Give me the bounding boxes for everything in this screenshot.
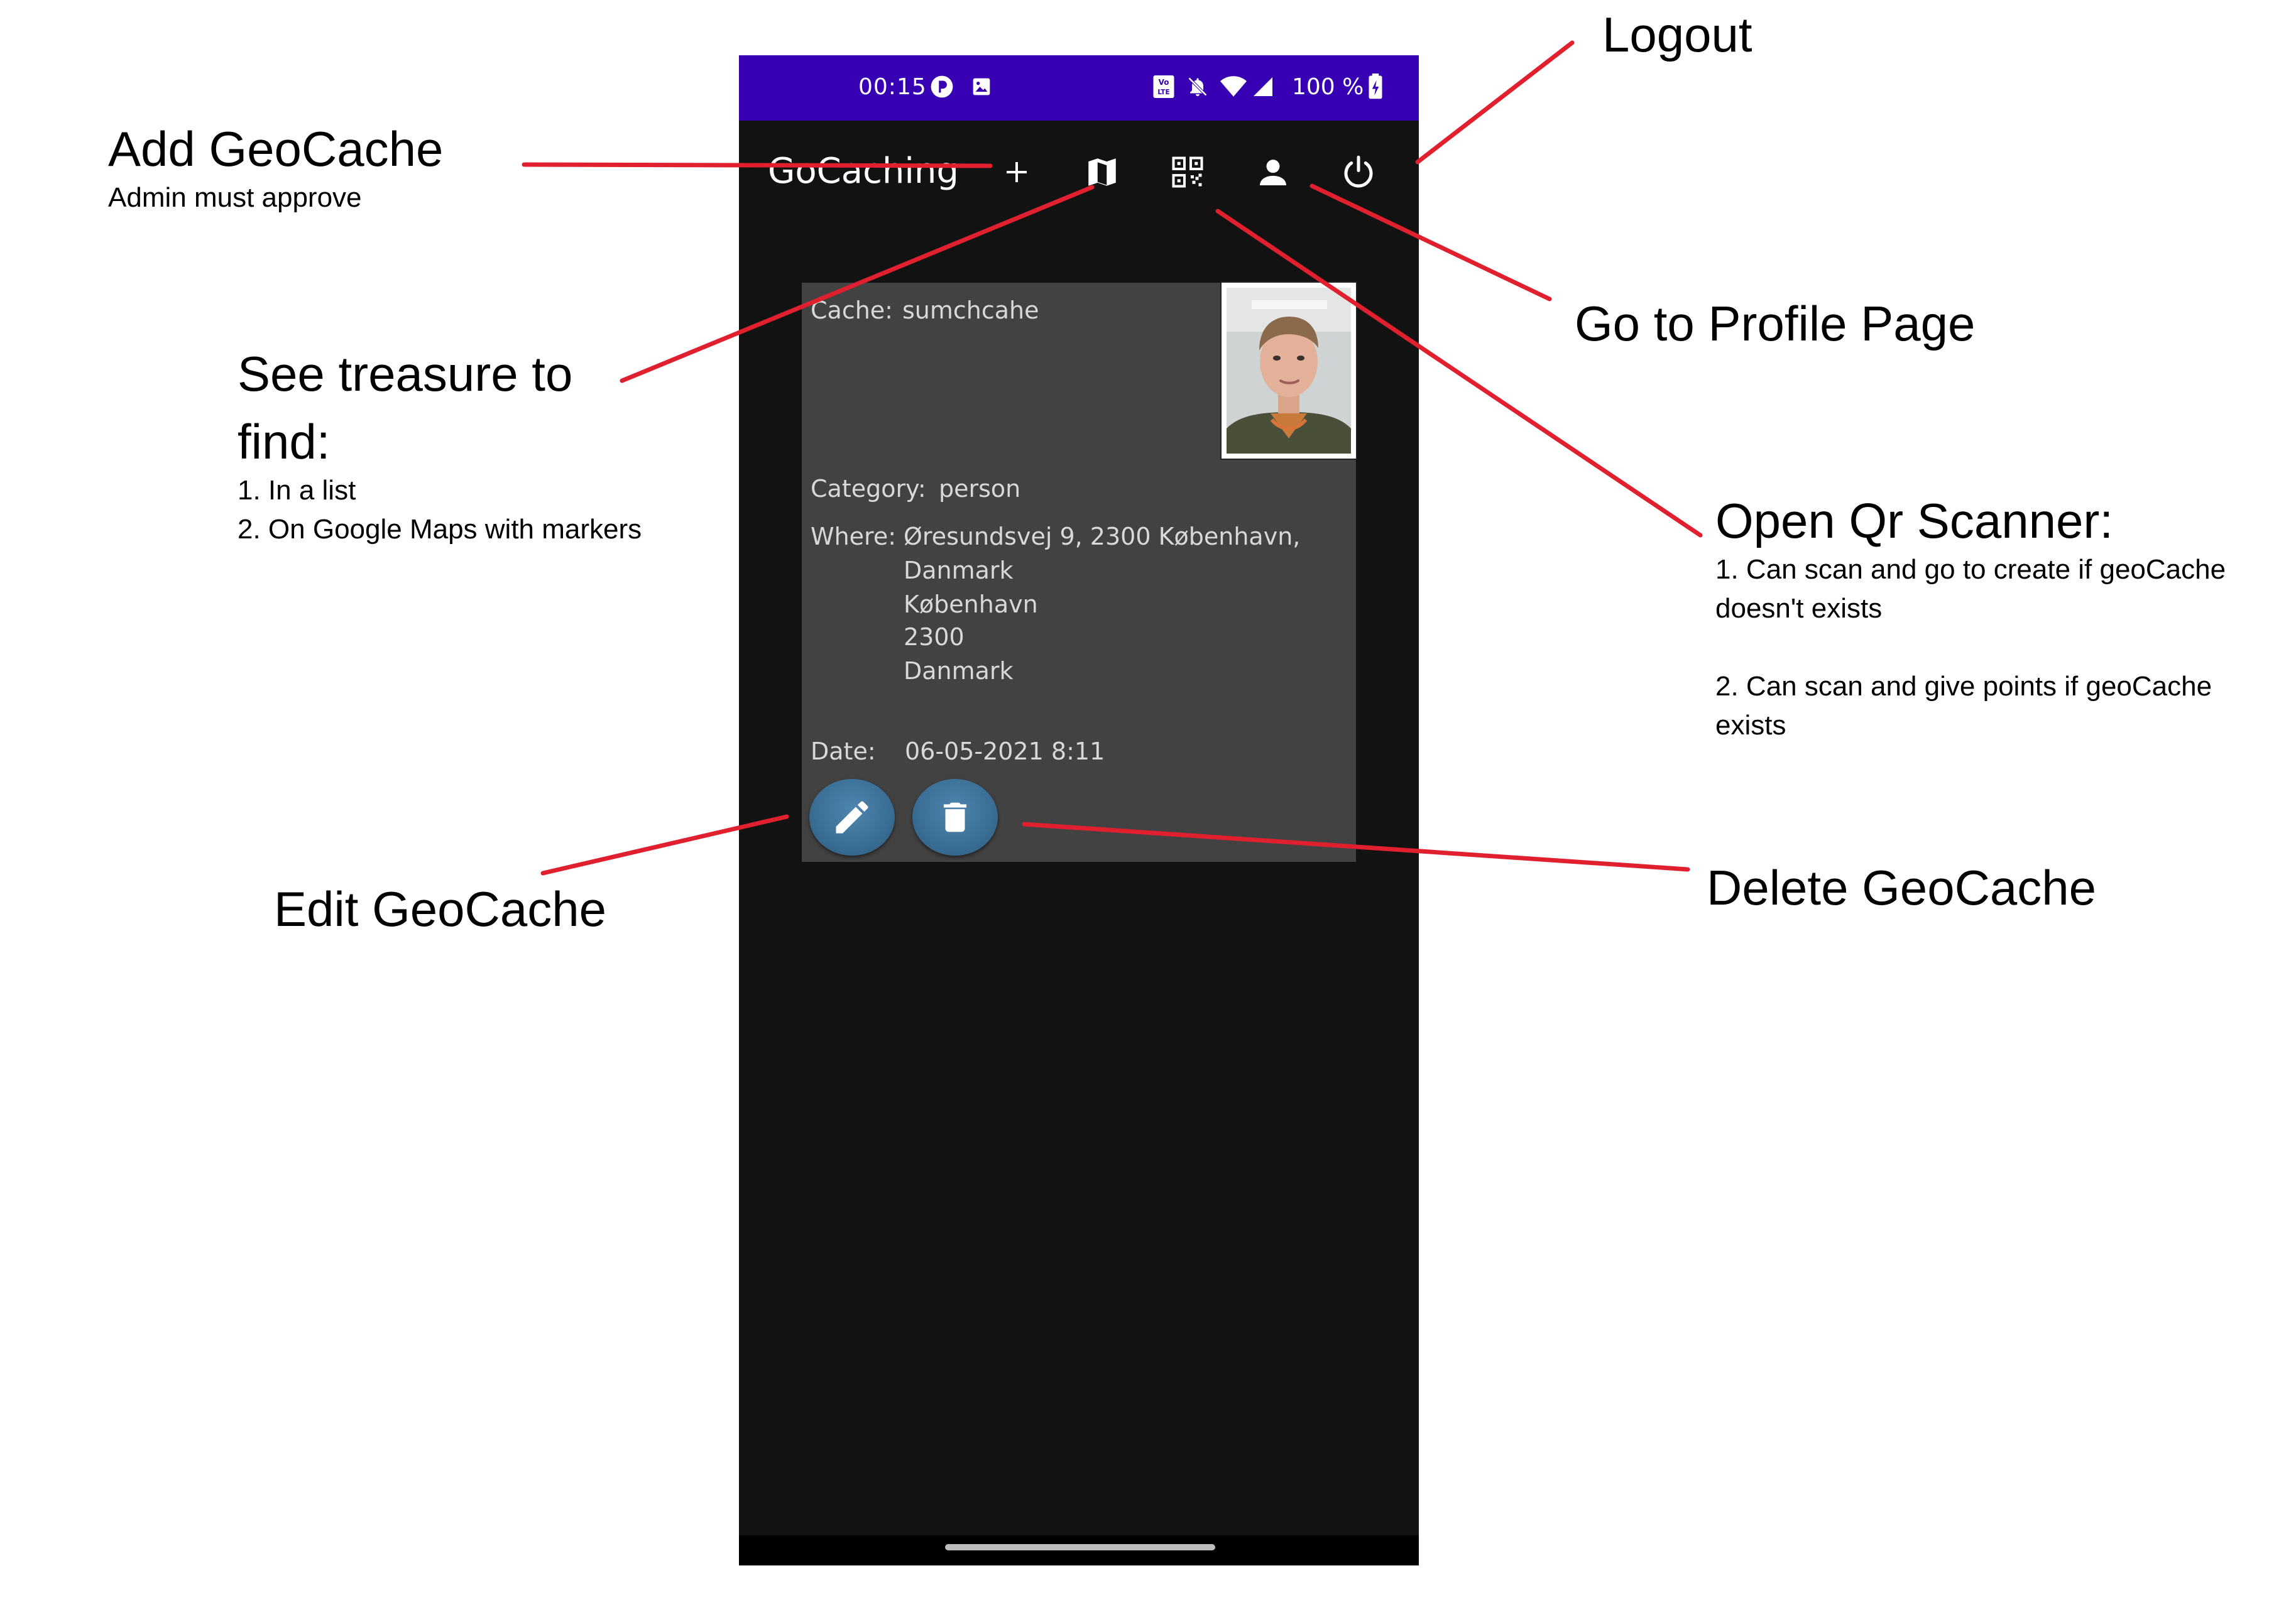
- where-label: Where:: [811, 523, 897, 550]
- where-line-3: København: [904, 590, 1038, 618]
- wifi-icon: [1220, 74, 1247, 99]
- edit-button[interactable]: [809, 779, 895, 856]
- annotation-qr-line-1: 1. Can scan and go to create if geoCache: [1715, 554, 2226, 585]
- pencil-icon: [836, 801, 868, 834]
- home-gesture-handle[interactable]: [945, 1544, 1215, 1550]
- annotation-treasure-title-2: find:: [238, 414, 331, 469]
- where-line-5: Danmark: [904, 657, 1014, 685]
- svg-text:Vo: Vo: [1159, 78, 1169, 87]
- phone-screen: 00:15 Vo LTE 100 % GoCaching Cache: sumc…: [739, 55, 1419, 1565]
- battery-icon: [1367, 73, 1384, 99]
- line-logout: [1415, 40, 1575, 165]
- annotation-treasure-title-1: See treasure to: [238, 346, 573, 401]
- annotation-treasure-item-1: 1. In a list: [238, 475, 356, 506]
- annotation-profile: Go to Profile Page: [1575, 296, 1976, 351]
- annotation-qr-line-4: exists: [1715, 710, 1786, 741]
- volte-icon: Vo LTE: [1152, 74, 1175, 99]
- signal-icon: [1252, 74, 1274, 99]
- qr-code-icon: [1172, 156, 1203, 188]
- navigation-bar: [739, 1535, 1419, 1565]
- battery-percent: 100 %: [1292, 74, 1364, 100]
- image-icon: [971, 74, 992, 99]
- date-label: Date:: [811, 737, 876, 765]
- status-bar: 00:15 Vo LTE 100 %: [739, 55, 1419, 121]
- delete-button[interactable]: [912, 779, 998, 856]
- trash-icon: [943, 802, 967, 832]
- add-button[interactable]: [994, 150, 1039, 195]
- app-notification-icon: [930, 74, 954, 99]
- annotation-qr-line-2: doesn't exists: [1715, 593, 1883, 624]
- geocache-card: Cache: sumchcahe Category: person Where:…: [802, 281, 1357, 862]
- category-value: person: [939, 475, 1021, 503]
- add-icon: [1007, 162, 1027, 182]
- cache-label: Cache:: [811, 297, 893, 324]
- annotation-logout: Logout: [1602, 7, 1752, 62]
- where-line-2: Danmark: [904, 557, 1014, 584]
- map-button[interactable]: [1080, 150, 1125, 195]
- person-photo: [1227, 288, 1351, 454]
- app-bar: GoCaching: [739, 121, 1419, 221]
- status-time: 00:15: [858, 74, 927, 100]
- annotation-qr-title: Open Qr Scanner:: [1715, 493, 2113, 548]
- annotation-add-geocache: Add GeoCache: [108, 121, 444, 177]
- annotation-treasure-item-2: 2. On Google Maps with markers: [238, 514, 642, 545]
- logout-button[interactable]: [1336, 150, 1381, 195]
- map-icon: [1088, 158, 1116, 186]
- annotation-edit: Edit GeoCache: [274, 881, 606, 937]
- annotation-qr-line-3: 2. Can scan and give points if geoCache: [1715, 671, 2212, 702]
- category-label: Category:: [811, 475, 926, 503]
- annotation-add-geocache-sub: Admin must approve: [108, 182, 362, 213]
- person-icon: [1260, 160, 1286, 185]
- qr-scanner-button[interactable]: [1165, 150, 1210, 195]
- mute-bell-icon: [1186, 74, 1209, 99]
- cache-photo: [1220, 281, 1357, 460]
- cache-value: sumchcahe: [902, 297, 1039, 324]
- app-title: GoCaching: [768, 151, 959, 192]
- power-icon: [1344, 155, 1373, 188]
- where-line-1: Øresundsvej 9, 2300 København,: [904, 523, 1301, 550]
- profile-button[interactable]: [1250, 150, 1296, 195]
- where-line-4: 2300: [904, 623, 965, 651]
- annotation-delete: Delete GeoCache: [1707, 860, 2097, 915]
- svg-text:LTE: LTE: [1157, 89, 1169, 96]
- date-value: 06-05-2021 8:11: [905, 737, 1105, 765]
